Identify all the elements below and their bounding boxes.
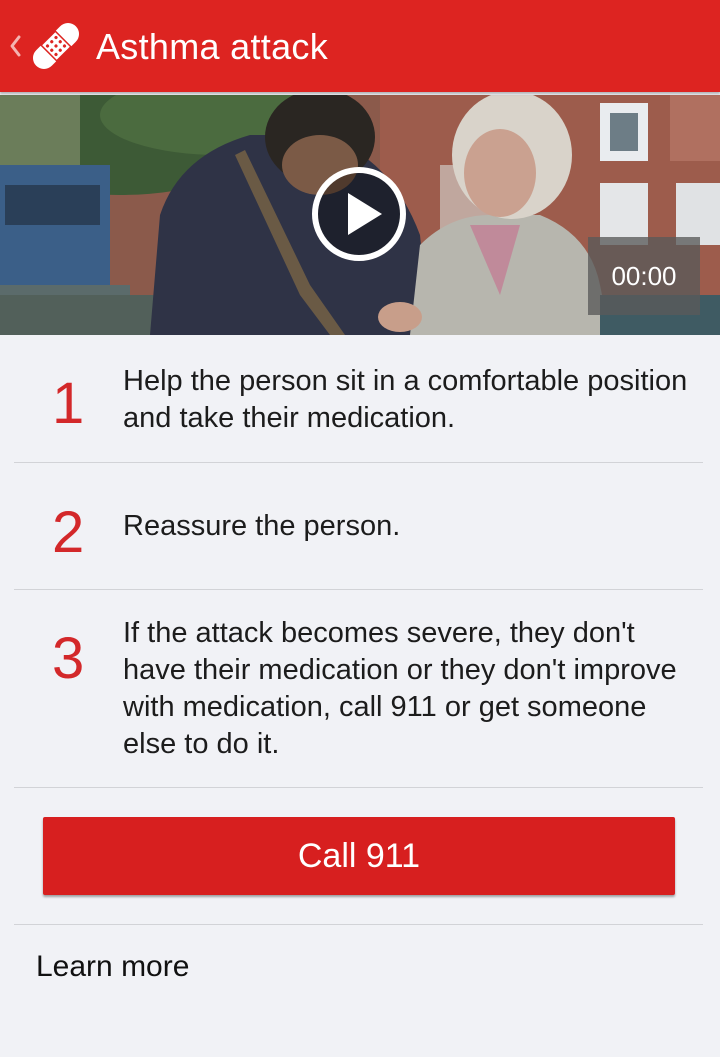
play-icon[interactable]: [312, 167, 406, 261]
step-text: If the attack becomes severe, they don't…: [123, 617, 677, 760]
step-item-1: 1 Help the person sit in a comfortable p…: [14, 335, 703, 463]
chevron-left-icon[interactable]: [6, 28, 24, 64]
video-time: 00:00: [611, 261, 677, 291]
step-item-2: 2 Reassure the person.: [14, 463, 703, 590]
divider: [14, 924, 703, 925]
step-number: 2: [52, 500, 85, 565]
call-911-button[interactable]: Call 911: [43, 817, 675, 895]
video-timer: 00:00: [588, 237, 700, 315]
step-item-3: 3 If the attack becomes severe, they don…: [14, 590, 703, 788]
step-number: 1: [52, 371, 85, 436]
video-player[interactable]: 00:00: [0, 95, 720, 335]
app-bar: Asthma attack: [0, 0, 720, 92]
bandage-icon[interactable]: [26, 16, 86, 76]
learn-more-link[interactable]: Learn more: [36, 950, 189, 984]
step-text: Help the person sit in a comfortable pos…: [123, 365, 688, 434]
step-text: Reassure the person.: [123, 510, 401, 542]
page-title: Asthma attack: [96, 26, 328, 67]
step-number: 3: [52, 626, 85, 691]
